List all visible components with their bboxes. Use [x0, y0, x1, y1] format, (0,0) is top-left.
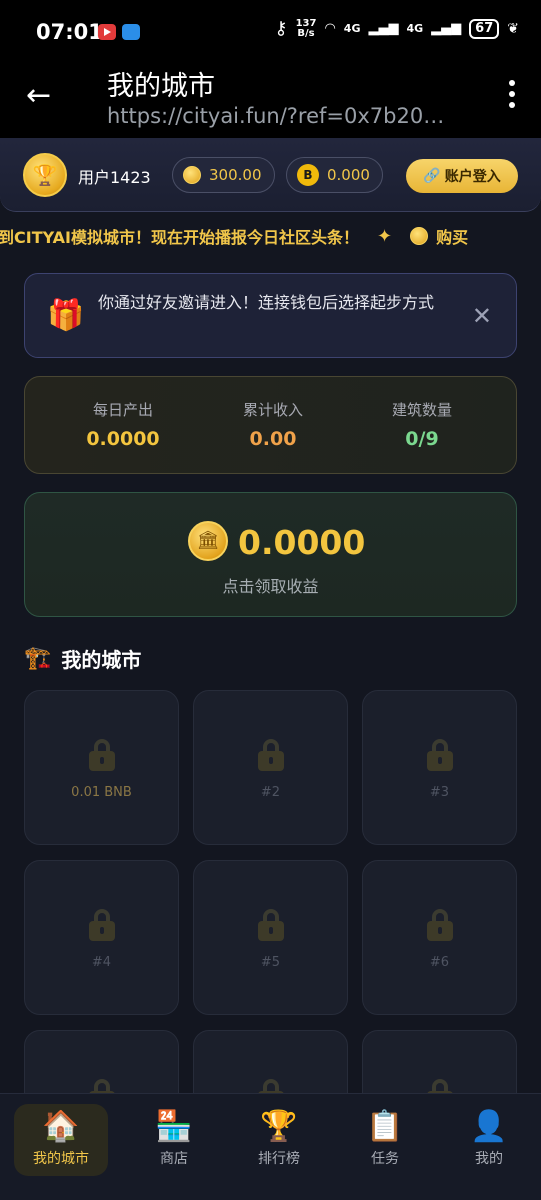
network-speed: 137 B/s — [295, 17, 317, 39]
invite-notice: 🎁 你通过好友邀请进入！连接钱包后选择起步方式 ✕ — [24, 273, 517, 358]
login-label: 账户登入 — [444, 169, 501, 185]
lock-icon — [427, 909, 453, 941]
coin-icon — [183, 166, 201, 184]
nav-label: 我的城市 — [33, 1151, 89, 1167]
status-indicators: ⚷ 137 B/s ◠ 4G ▂▄▆ 4G ▂▄▆ 67 ❦ — [274, 18, 519, 39]
page-url: https://cityai.fun/?ref=0x7b20… — [107, 104, 445, 128]
gold-coin-icon: 🏛 — [188, 521, 228, 561]
claim-amount: 0.0000 — [238, 523, 366, 562]
building-slot[interactable]: #2 — [193, 690, 348, 845]
stat-label: 建筑数量 — [391, 401, 452, 419]
close-icon[interactable]: ✕ — [472, 302, 492, 330]
section-title: 🏗️ 我的城市 — [24, 644, 141, 673]
nav-label: 我的 — [475, 1151, 503, 1167]
back-arrow-icon[interactable]: ← — [26, 78, 51, 113]
slot-label: 0.01 BNB — [71, 785, 132, 800]
trophy-icon: 🏆 — [260, 1109, 298, 1144]
lock-icon — [427, 739, 453, 771]
slot-label: #2 — [260, 785, 281, 800]
coin-balance[interactable]: 300.00 — [172, 157, 275, 193]
lock-icon — [258, 739, 284, 771]
lock-icon — [89, 909, 115, 941]
lock-icon — [258, 909, 284, 941]
crane-icon: 🏗️ — [24, 646, 52, 671]
app-bar: ← 我的城市 https://cityai.fun/?ref=0x7b20… — [0, 62, 541, 138]
store-icon: 🏪 — [155, 1109, 193, 1144]
user-bar: 🏆 用户1423 300.00 B 0.000 🔗 账户登入 — [0, 138, 541, 212]
stat-value: 0.0000 — [86, 428, 160, 450]
building-slot[interactable]: #6 — [362, 860, 517, 1015]
nav-tasks[interactable]: 📋 任务 — [338, 1104, 432, 1176]
slot-label: #3 — [429, 785, 450, 800]
section-title-text: 我的城市 — [61, 648, 142, 672]
slot-label: #5 — [260, 955, 281, 970]
stat-value: 0/9 — [405, 428, 439, 450]
wifi-icon: ◠ — [324, 21, 336, 36]
news-ticker: 到CITYAI模拟城市！现在开始播报今日社区头条！ ✦ 购买 — [0, 222, 541, 250]
nav-my-city[interactable]: 🏠 我的城市 — [14, 1104, 108, 1176]
lock-icon — [89, 739, 115, 771]
building-slot[interactable]: 0.01 BNB — [24, 690, 179, 845]
claim-label: 点击领取收益 — [222, 577, 319, 596]
stat-total-income: 累计收入 0.00 — [193, 399, 353, 450]
nav-leaderboard[interactable]: 🏆 排行榜 — [232, 1104, 326, 1176]
bnb-balance[interactable]: B 0.000 — [286, 157, 383, 193]
account-login-button[interactable]: 🔗 账户登入 — [406, 159, 518, 193]
building-slot[interactable]: #3 — [362, 690, 517, 845]
coin-balance-value: 300.00 — [209, 166, 262, 184]
stat-daily-output: 每日产出 0.0000 — [43, 399, 203, 450]
nav-label: 商店 — [160, 1151, 188, 1167]
leaf-icon: ❦ — [507, 20, 519, 37]
user-icon: 👤 — [470, 1109, 508, 1144]
building-slot[interactable]: #4 — [24, 860, 179, 1015]
battery-level: 67 — [469, 18, 500, 39]
bnb-icon: B — [297, 164, 319, 186]
ticker-text: 到CITYAI模拟城市！现在开始播报今日社区头条！ — [0, 228, 360, 247]
ticker-next-text: 购买 — [436, 228, 469, 247]
building-slot[interactable]: #5 — [193, 860, 348, 1015]
ticker-coin-icon — [410, 227, 429, 245]
nav-profile[interactable]: 👤 我的 — [442, 1104, 536, 1176]
status-bar: 07:01 ⚷ 137 B/s ◠ 4G ▂▄▆ 4G ▂▄▆ 67 ❦ — [0, 0, 541, 62]
stat-value: 0.00 — [249, 428, 297, 450]
gift-icon: 🎁 — [47, 298, 85, 333]
stat-label: 每日产出 — [92, 401, 153, 419]
claim-earnings-button[interactable]: 🏛 0.0000 点击领取收益 — [24, 492, 517, 617]
user-name: 用户1423 — [78, 168, 151, 187]
nav-label: 排行榜 — [258, 1151, 300, 1167]
stat-label: 累计收入 — [242, 401, 303, 419]
sparkle-icon: ✦ — [377, 225, 393, 247]
youtube-icon — [98, 24, 116, 40]
slot-label: #6 — [429, 955, 450, 970]
signal-1: 4G — [343, 22, 361, 35]
signal-2: 4G — [406, 22, 424, 35]
nav-label: 任务 — [371, 1151, 399, 1167]
invite-message: 你通过好友邀请进入！连接钱包后选择起步方式 — [98, 293, 435, 312]
bottom-nav: 🏠 我的城市 🏪 商店 🏆 排行榜 📋 任务 👤 我的 — [0, 1093, 541, 1200]
trophy-avatar-icon[interactable]: 🏆 — [23, 153, 67, 197]
signal-bars-icon: ▂▄▆ — [368, 21, 399, 36]
vpn-key-icon: ⚷ — [274, 18, 288, 39]
link-icon: 🔗 — [423, 168, 441, 184]
slot-label: #4 — [91, 955, 112, 970]
stat-building-count: 建筑数量 0/9 — [342, 399, 502, 450]
status-time: 07:01 — [36, 20, 103, 44]
bnb-balance-value: 0.000 — [327, 166, 370, 184]
app-notification-icon — [122, 24, 140, 40]
page-title: 我的城市 — [107, 71, 215, 102]
house-icon: 🏠 — [42, 1109, 80, 1144]
more-menu-icon[interactable] — [509, 80, 515, 108]
nav-store[interactable]: 🏪 商店 — [127, 1104, 221, 1176]
stats-panel: 每日产出 0.0000 累计收入 0.00 建筑数量 0/9 — [24, 376, 517, 474]
clipboard-icon: 📋 — [366, 1109, 404, 1144]
signal-bars-icon-2: ▂▄▆ — [431, 21, 462, 36]
